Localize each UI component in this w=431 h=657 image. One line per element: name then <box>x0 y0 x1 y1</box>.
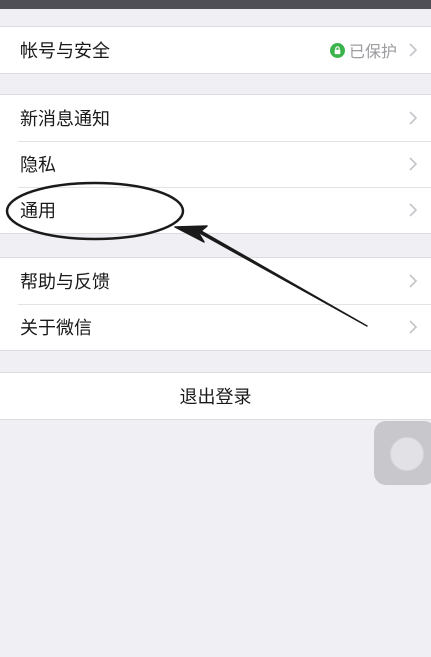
about-wechat-item[interactable]: 关于微信 <box>0 304 431 350</box>
settings-group-logout: 退出登录 <box>0 372 431 420</box>
chevron-right-icon <box>409 157 417 171</box>
privacy-label: 隐私 <box>20 155 56 176</box>
top-status-strip <box>0 0 431 9</box>
about-wechat-label: 关于微信 <box>20 318 92 339</box>
settings-group-about: 帮助与反馈 关于微信 <box>0 257 431 351</box>
assistive-touch-inner-circle <box>390 437 424 471</box>
chevron-right-icon <box>409 320 417 334</box>
account-security-label: 帐号与安全 <box>20 41 110 62</box>
logout-button[interactable]: 退出登录 <box>0 373 431 419</box>
help-feedback-label: 帮助与反馈 <box>20 272 110 293</box>
lock-icon <box>329 42 345 58</box>
chevron-right-icon <box>409 274 417 288</box>
settings-group-general: 新消息通知 隐私 通用 <box>0 94 431 234</box>
protection-status: 已保护 <box>329 40 397 61</box>
help-feedback-item[interactable]: 帮助与反馈 <box>0 258 431 304</box>
general-item[interactable]: 通用 <box>0 187 431 233</box>
protection-status-text: 已保护 <box>348 42 397 61</box>
chevron-right-icon <box>409 203 417 217</box>
chevron-right-icon <box>409 43 417 57</box>
logout-label: 退出登录 <box>179 387 252 408</box>
general-label: 通用 <box>20 201 56 222</box>
new-message-notification-label: 新消息通知 <box>20 109 110 130</box>
new-message-notification-item[interactable]: 新消息通知 <box>0 95 431 141</box>
assistive-touch-button[interactable] <box>374 421 431 485</box>
chevron-right-icon <box>409 111 417 125</box>
account-security-item[interactable]: 帐号与安全 已保护 <box>0 27 431 73</box>
settings-group-account: 帐号与安全 已保护 <box>0 26 431 74</box>
privacy-item[interactable]: 隐私 <box>0 141 431 187</box>
